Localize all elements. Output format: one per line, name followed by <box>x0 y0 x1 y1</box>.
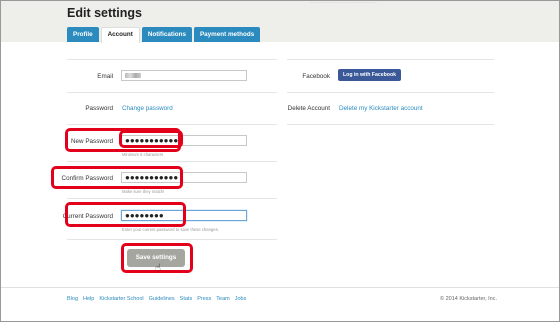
footer-link-help[interactable]: Help <box>83 296 94 302</box>
divider <box>67 59 277 60</box>
footer-links: Blog Help Kickstarter School Guidelines … <box>67 296 246 302</box>
tab-notifications[interactable]: Notifications <box>141 27 192 42</box>
divider <box>67 198 277 199</box>
page-title: Edit settings <box>67 6 143 20</box>
divider <box>287 124 494 125</box>
hand-cursor-icon: ☝ <box>155 263 162 274</box>
footer-link-press[interactable]: Press <box>197 296 211 302</box>
change-password-link[interactable]: Change password <box>122 105 173 112</box>
divider <box>67 124 277 125</box>
footer-link-guidelines[interactable]: Guidelines <box>149 296 175 302</box>
divider <box>67 161 277 162</box>
footer-link-jobs[interactable]: Jobs <box>235 296 247 302</box>
tab-payment-methods[interactable]: Payment methods <box>193 27 261 42</box>
email-field[interactable] <box>121 70 247 81</box>
facebook-login-button[interactable]: Log in with Facebook <box>338 69 402 81</box>
divider <box>287 92 494 93</box>
highlight-new-password-field <box>119 130 183 148</box>
tab-account[interactable]: Account <box>100 27 140 43</box>
footer-link-blog[interactable]: Blog <box>67 296 78 302</box>
divider <box>67 92 277 93</box>
divider <box>287 59 494 60</box>
footer-divider <box>1 287 559 288</box>
footer-link-stats[interactable]: Stats <box>180 296 193 302</box>
copyright: © 2014 Kickstarter, Inc. <box>440 296 497 302</box>
tab-profile[interactable]: Profile <box>67 27 99 42</box>
divider <box>67 239 277 240</box>
settings-tabs: Profile Account Notifications Payment me… <box>67 27 261 43</box>
email-label: Email <box>97 73 113 80</box>
email-value-blurred <box>125 73 141 78</box>
footer-link-team[interactable]: Team <box>216 296 229 302</box>
password-label: Password <box>85 105 113 112</box>
facebook-label: Facebook <box>302 73 330 80</box>
highlight-confirm-password <box>51 166 183 189</box>
new-password-hint: Minimum 6 characters <box>122 152 164 157</box>
highlight-current-password <box>65 202 186 227</box>
delete-account-label: Delete Account <box>287 105 330 112</box>
current-password-hint: Enter your current password to save thes… <box>122 227 219 232</box>
delete-account-link[interactable]: Delete my Kickstarter account <box>339 105 423 112</box>
confirm-password-hint: Make sure they match! <box>122 189 165 194</box>
footer-link-kickstarter-school[interactable]: Kickstarter School <box>99 296 143 302</box>
top-faded-text: ........................................… <box>310 0 377 4</box>
